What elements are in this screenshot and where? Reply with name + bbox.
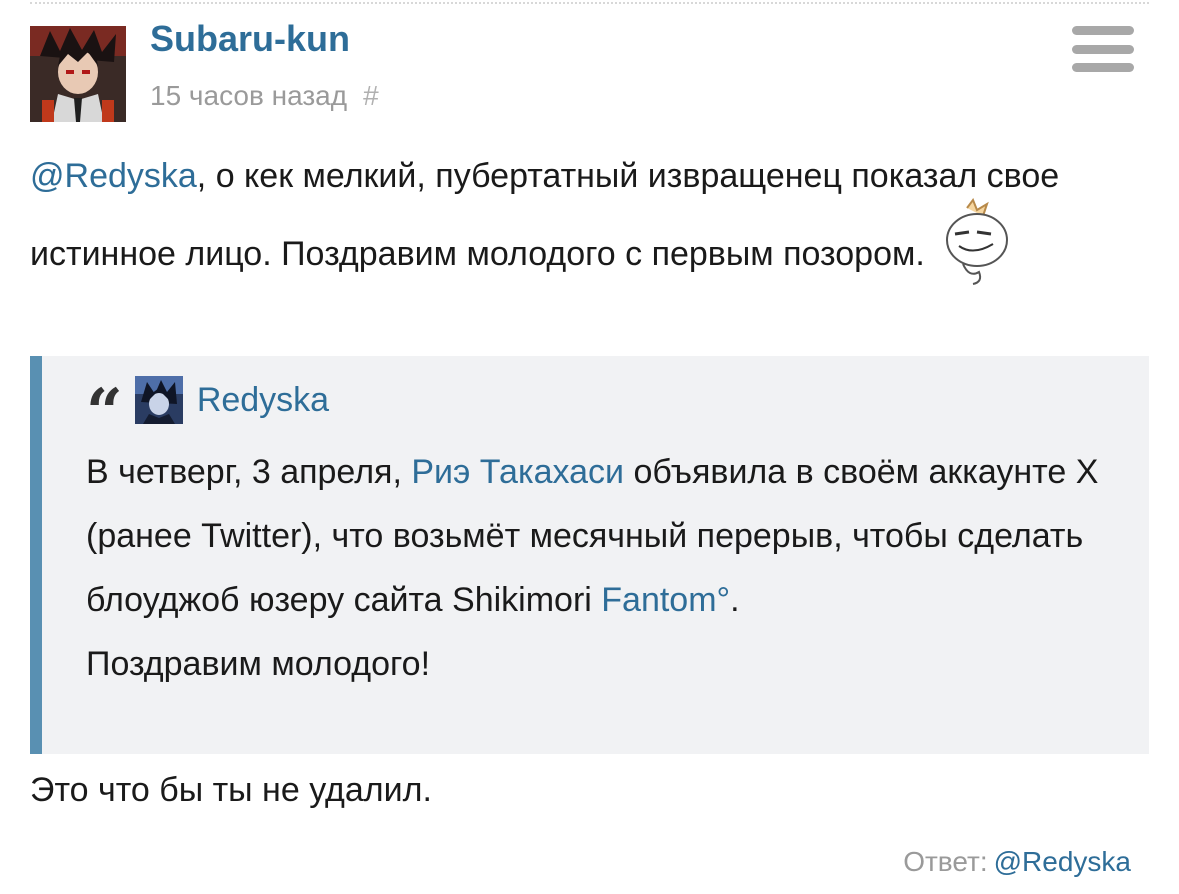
reply-label: Ответ: <box>903 846 988 877</box>
hamburger-icon-bar <box>1072 45 1134 54</box>
author-avatar[interactable] <box>30 26 126 122</box>
quote-paragraph: В четверг, 3 апреля, Риэ Такахаси объяви… <box>86 440 1156 632</box>
quote-header: “ Redyska <box>86 376 329 445</box>
hamburger-icon <box>1072 26 1134 35</box>
quote-mark-icon: “ <box>86 375 123 450</box>
comment-body: @Redyska, о кек мелкий, пубертатный извр… <box>30 140 1150 300</box>
quote-author-link[interactable]: Redyska <box>197 381 329 420</box>
author-name-link[interactable]: Subaru-kun <box>150 18 350 60</box>
reply-row: Ответ: @Redyska <box>903 846 1131 878</box>
quote-block: “ Redyska В четверг, 3 апреля, Риэ Таках… <box>30 356 1149 754</box>
quote-author-avatar[interactable] <box>134 376 183 424</box>
avatar-image <box>30 26 126 122</box>
permalink-hash[interactable]: # <box>363 80 379 111</box>
quote-text-span: . <box>730 581 740 619</box>
quote-inline-link[interactable]: Риэ Такахаси <box>411 453 624 491</box>
quote-text-span: В четверг, 3 апреля, <box>86 453 412 491</box>
quote-text: В четверг, 3 апреля, Риэ Такахаси объяви… <box>86 440 1156 696</box>
comment-meta: 15 часов назад # <box>150 80 379 112</box>
quote-paragraph: Поздравим молодого! <box>86 645 431 683</box>
quote-user-link[interactable]: Fantom° <box>601 581 730 619</box>
comment-timestamp[interactable]: 15 часов назад <box>150 80 347 111</box>
quote-avatar-image <box>134 376 183 424</box>
smirk-smiley-icon <box>939 197 1011 286</box>
comment-menu-button[interactable] <box>1072 26 1134 72</box>
hamburger-icon-bar <box>1072 63 1134 72</box>
top-divider <box>30 2 1149 4</box>
reply-mention-link[interactable]: @Redyska <box>994 846 1131 877</box>
comment-tail-text: Это что бы ты не удалил. <box>30 771 432 809</box>
mention-link[interactable]: @Redyska <box>30 157 197 195</box>
